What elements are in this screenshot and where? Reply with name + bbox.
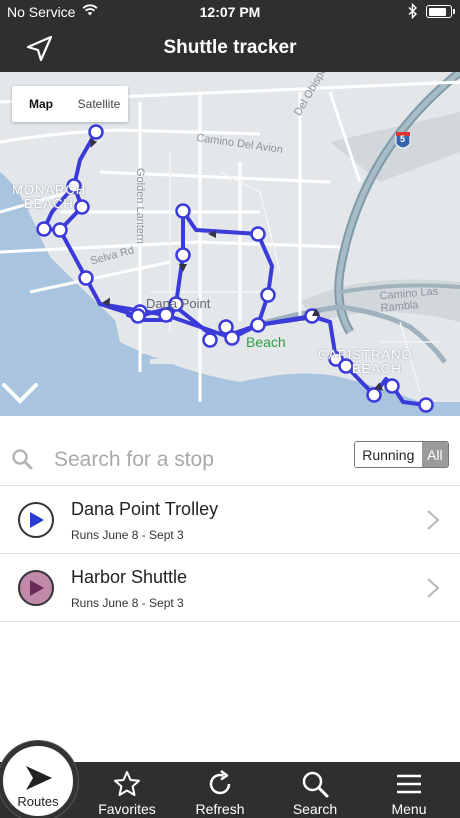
collapse-map-chevron-icon[interactable]	[0, 381, 40, 407]
map-label-capistrano-beach: BEACH	[352, 361, 402, 376]
stop-marker[interactable]	[36, 221, 52, 237]
route-badge-icon	[18, 570, 54, 606]
filter-running[interactable]: Running	[355, 442, 422, 467]
stop-search-input[interactable]	[54, 445, 344, 475]
map-label-monarch-beach: BEACH	[24, 196, 74, 211]
map-label-dana-point: Dana Point	[146, 296, 211, 311]
stop-marker[interactable]	[74, 199, 90, 215]
stop-marker[interactable]	[202, 332, 218, 348]
filter-all[interactable]: All	[421, 442, 448, 467]
stop-marker[interactable]	[78, 270, 94, 286]
map-label-golden-lantern: Golden Lantern	[134, 168, 146, 244]
page-title: Shuttle tracker	[163, 37, 297, 58]
tab-favorites[interactable]: Favorites	[80, 762, 174, 818]
search-icon	[302, 771, 329, 798]
battery-icon	[426, 5, 455, 18]
route-row-harbor-shuttle[interactable]: Harbor Shuttle Runs June 8 - Sept 3	[0, 554, 460, 622]
chevron-right-icon	[427, 578, 440, 598]
route-schedule: Runs June 8 - Sept 3	[71, 528, 184, 542]
route-map[interactable]: Map Satellite MONARCH BEACH Dana Point C…	[0, 72, 460, 416]
tab-search-label: Search	[292, 801, 338, 817]
stop-marker[interactable]	[175, 247, 191, 263]
status-bar: No Service 12:07 PM	[0, 0, 460, 24]
stop-marker[interactable]	[88, 124, 104, 140]
route-schedule: Runs June 8 - Sept 3	[71, 596, 184, 610]
stop-marker[interactable]	[250, 317, 266, 333]
stop-marker[interactable]	[260, 287, 276, 303]
route-badge-icon	[18, 502, 54, 538]
stop-marker[interactable]	[384, 378, 400, 394]
stop-marker[interactable]	[175, 203, 191, 219]
star-icon	[114, 771, 140, 796]
stop-marker[interactable]	[130, 308, 146, 324]
refresh-icon	[209, 770, 231, 795]
tab-routes-label: Routes	[17, 794, 59, 809]
tab-menu[interactable]: Menu	[362, 762, 456, 818]
tab-refresh-label: Refresh	[195, 801, 245, 817]
routes-arrow-icon	[26, 766, 52, 790]
stop-marker[interactable]	[52, 222, 68, 238]
map-type-satellite[interactable]: Satellite	[70, 86, 128, 122]
tab-favorites-label: Favorites	[98, 801, 156, 817]
tab-routes[interactable]: Routes	[0, 741, 78, 818]
top-bar: No Service 12:07 PM Shuttle tracker	[0, 0, 460, 72]
map-label-capistrano: CAPISTRANO	[318, 347, 413, 362]
map-type-map[interactable]: Map	[12, 86, 70, 122]
hamburger-menu-icon	[397, 774, 421, 794]
clock: 12:07 PM	[199, 4, 261, 20]
stop-marker[interactable]	[250, 226, 266, 242]
map-label-monarch: MONARCH	[12, 182, 87, 197]
stop-marker[interactable]	[366, 387, 382, 403]
tab-refresh[interactable]: Refresh	[173, 762, 267, 818]
route-row-dana-point-trolley[interactable]: Dana Point Trolley Runs June 8 - Sept 3	[0, 486, 460, 554]
map-label-park-beach: Beach	[246, 334, 286, 350]
search-icon	[12, 449, 33, 470]
route-name: Harbor Shuttle	[71, 567, 188, 587]
interstate-shield-label: 5	[400, 134, 406, 144]
map-type-toggle[interactable]: Map Satellite	[12, 86, 128, 122]
stop-marker[interactable]	[224, 330, 240, 346]
route-name: Dana Point Trolley	[71, 499, 219, 519]
stop-marker[interactable]	[418, 397, 434, 413]
tab-menu-label: Menu	[391, 801, 427, 817]
chevron-right-icon	[427, 510, 440, 530]
tab-search[interactable]: Search	[268, 762, 362, 818]
bluetooth-icon	[408, 3, 418, 19]
running-filter-toggle[interactable]: Running All	[354, 441, 449, 468]
